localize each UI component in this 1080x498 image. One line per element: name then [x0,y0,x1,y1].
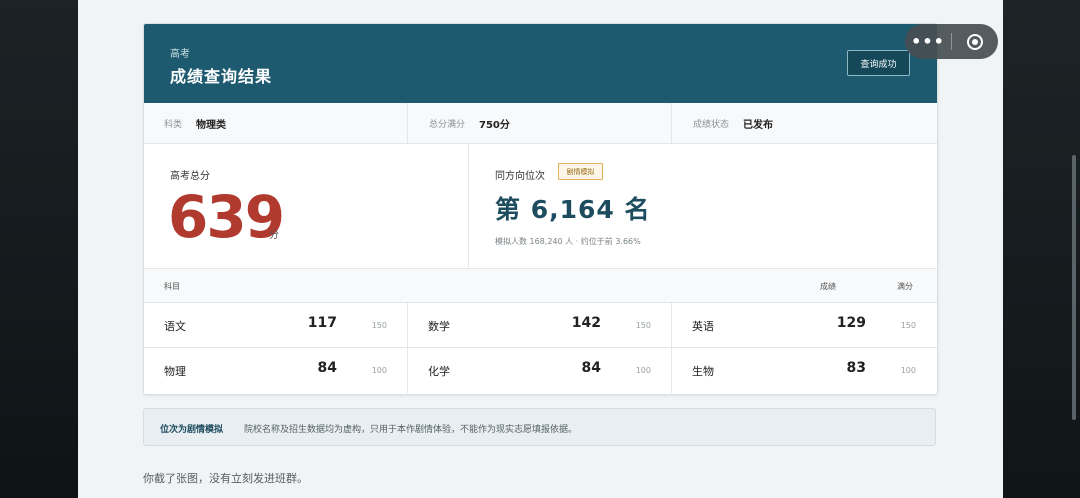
meta-value: 物理类 [196,119,227,131]
subject-cell: 物理 84 100 [144,348,408,393]
subject-cell: 语文 117 150 [144,303,408,348]
subject-full: 100 [900,366,916,375]
page-title: 成绩查询结果 [170,67,273,86]
subject-score: 129 [836,315,866,331]
meta-row: 科类 物理类 总分满分 750分 成绩状态 已发布 [144,103,937,144]
subject-name: 英语 [692,320,714,333]
subject-full: 150 [635,321,651,330]
rank-note: 模拟人数 168,240 人 · 约位于前 3.66% [495,237,641,246]
total-score-unit: 分 [269,230,279,241]
subject-name: 数学 [428,320,450,333]
subject-cell: 英语 129 150 [671,303,937,348]
subject-score: 84 [317,360,337,376]
meta-value: 已发布 [743,119,774,131]
subject-score: 117 [307,315,337,331]
notice-label: 位次为剧情模拟 [160,425,224,435]
meta-status: 成绩状态 已发布 [671,103,937,143]
subject-score: 142 [571,315,601,331]
close-ring [967,33,983,50]
total-score-panel: 高考总分 639 分 [144,144,469,268]
subject-full: 100 [371,366,387,375]
subject-score: 84 [581,360,601,376]
card-header: 高考 成绩查询结果 查询成功 [144,24,937,103]
header-full: 满分 [897,282,913,291]
meta-full-score: 总分满分 750分 [407,103,671,143]
total-score-value: 639 [168,183,285,251]
subject-table-header: 科目 成绩 满分 [144,268,937,303]
notice-box: 位次为剧情模拟 院校名称及招生数据均为虚构，只用于本作剧情体验，不能作为现实志愿… [143,408,936,446]
subject-cell: 生物 83 100 [671,348,937,393]
background-left [0,0,78,498]
more-dots-icon[interactable]: ••• [905,24,951,59]
subject-full: 150 [900,321,916,330]
meta-label: 科类 [164,119,183,130]
meta-value: 750分 [479,119,510,131]
background-right [1003,0,1080,498]
header-score: 成绩 [820,282,836,291]
subject-cell: 化学 84 100 [407,348,672,393]
simulation-badge: 剧情模拟 [558,163,603,180]
subject-name: 化学 [428,365,450,378]
subject-cell: 数学 142 150 [407,303,672,348]
subject-name: 物理 [164,365,186,378]
rank-label: 同方向位次 [495,171,545,182]
subject-score: 83 [846,360,866,376]
subject-grid: 语文 117 150 数学 142 150 英语 129 150 物理 84 1… [144,303,937,394]
result-card: 高考 成绩查询结果 查询成功 科类 物理类 总分满分 750分 成绩状态 已发布… [143,23,938,395]
subject-full: 100 [635,366,651,375]
narration-text: 你截了张图，没有立刻发进班群。 [143,472,308,485]
header-subject: 科目 [164,282,180,291]
scrollbar[interactable] [1072,155,1076,420]
total-score-label: 高考总分 [170,171,210,182]
meta-label: 总分满分 [429,119,466,130]
subject-name: 生物 [692,365,714,378]
subject-name: 语文 [164,320,186,333]
subject-full: 150 [371,321,387,330]
close-target-icon[interactable] [952,24,998,59]
header-subtitle: 高考 [170,49,190,60]
meta-category: 科类 物理类 [144,103,407,143]
rank-value: 第 6,164 名 [495,195,651,224]
notice-text: 院校名称及招生数据均为虚构，只用于本作剧情体验，不能作为现实志愿填报依据。 [244,425,578,435]
rank-panel: 同方向位次 剧情模拟 第 6,164 名 模拟人数 168,240 人 · 约位… [469,144,937,268]
query-success-button[interactable]: 查询成功 [847,50,910,76]
meta-label: 成绩状态 [693,119,730,130]
miniprogram-capsule: ••• [905,24,998,59]
close-dot [972,38,978,45]
